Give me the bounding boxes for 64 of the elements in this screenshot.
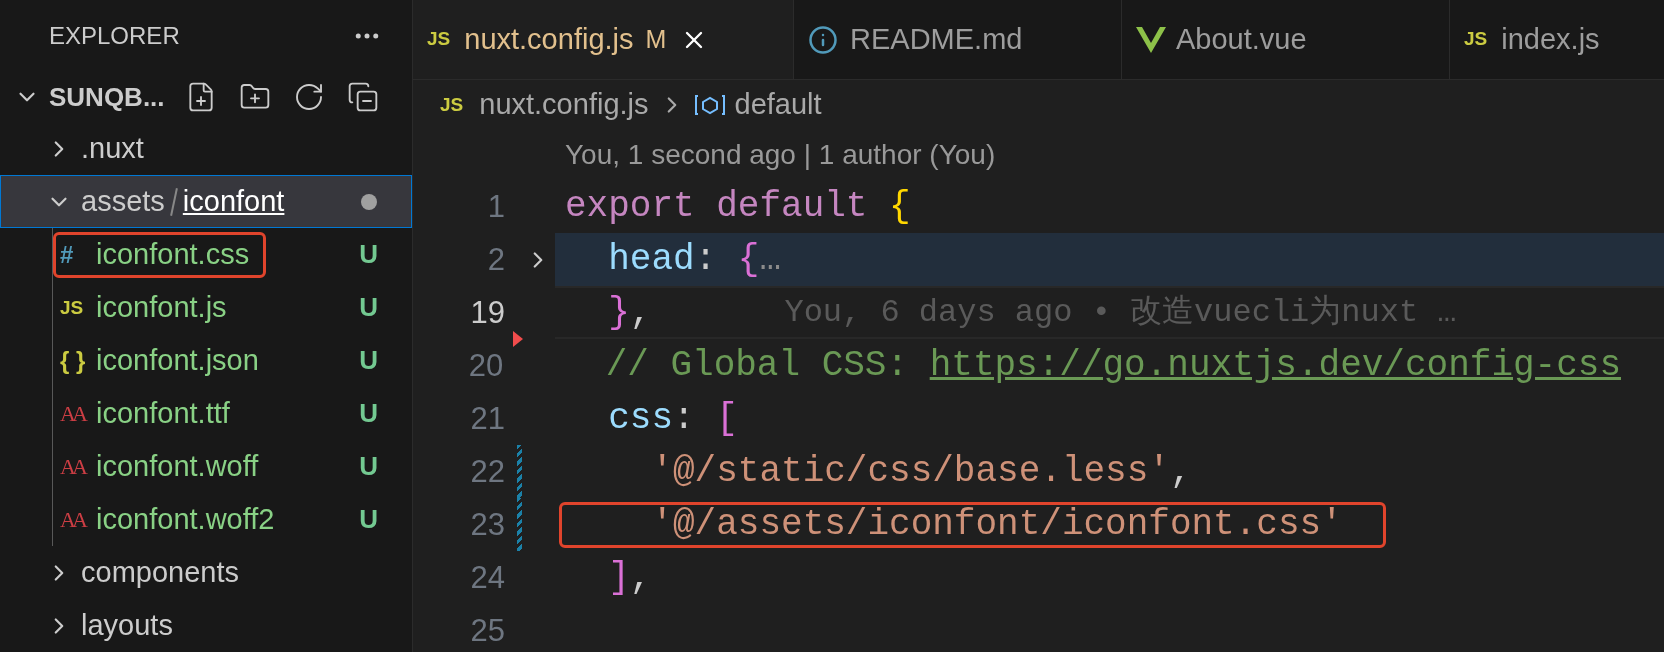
code-line: head: {… bbox=[607, 237, 783, 282]
codelens-text[interactable]: You, 1 second ago | 1 author (You) bbox=[565, 134, 996, 176]
line-number: 1 bbox=[486, 188, 505, 226]
git-status-label: U bbox=[359, 291, 378, 324]
line-number: 23 bbox=[469, 506, 505, 544]
file-item[interactable]: AA iconfont.ttf bbox=[53, 390, 247, 437]
folder-row[interactable]: layouts bbox=[0, 599, 412, 652]
code-line: css: [ bbox=[607, 396, 739, 441]
code-line: export default { bbox=[564, 184, 912, 229]
file-item[interactable]: AA iconfont.woff bbox=[53, 443, 276, 490]
folder-name: .nuxt bbox=[81, 130, 144, 166]
js-file-icon: JS bbox=[1464, 25, 1488, 54]
modified-lines-marker[interactable] bbox=[517, 498, 522, 551]
info-icon bbox=[808, 24, 838, 55]
line-number: 21 bbox=[469, 400, 505, 438]
vue-logo-icon bbox=[1136, 26, 1166, 53]
font-file-icon: AA bbox=[60, 455, 96, 478]
blame-annotation: You, 6 days ago • 改造vuecli为nuxt … bbox=[784, 292, 1457, 333]
json-file-icon: { } bbox=[60, 348, 96, 373]
breadcrumb-item[interactable]: default bbox=[734, 83, 822, 127]
js-file-icon: JS bbox=[440, 90, 464, 120]
deleted-lines-marker-icon[interactable] bbox=[513, 331, 524, 347]
breadcrumb-item[interactable]: nuxt.config.js bbox=[479, 83, 649, 127]
line-number: 22 bbox=[469, 453, 505, 491]
file-item[interactable]: # iconfont.css bbox=[53, 231, 267, 278]
line-number: 24 bbox=[469, 559, 505, 597]
code-line: ], bbox=[607, 555, 653, 600]
line-number: 20 bbox=[467, 347, 504, 385]
git-status-label: U bbox=[359, 450, 378, 483]
folder-name: iconfont bbox=[182, 183, 285, 219]
git-status-label: U bbox=[359, 397, 378, 430]
folder-name: assets bbox=[81, 183, 165, 219]
folder-row[interactable]: assets iconfont bbox=[0, 175, 412, 228]
modified-lines-marker[interactable] bbox=[517, 445, 522, 498]
git-status-label: U bbox=[359, 503, 378, 536]
editor-tab[interactable]: About.vue bbox=[1122, 0, 1450, 79]
code-line: '@/static/css/base.less', bbox=[650, 449, 1193, 494]
line-number: 19 bbox=[469, 294, 505, 332]
js-file-icon: JS bbox=[60, 298, 96, 317]
folder-name: components bbox=[81, 554, 239, 590]
file-item[interactable]: { } iconfont.json bbox=[53, 337, 276, 384]
code-line: }, bbox=[607, 290, 653, 335]
editor-tab[interactable]: JS index.js bbox=[1450, 0, 1664, 79]
line-number: 2 bbox=[486, 241, 505, 279]
code-line: // Global CSS: https://go.nuxtjs.dev/config-css bbox=[604, 343, 1622, 388]
css-file-icon: # bbox=[60, 242, 96, 267]
project-folder-name[interactable]: SUNQB... bbox=[49, 77, 179, 117]
symbol-icon bbox=[694, 93, 725, 117]
file-item[interactable]: JS iconfont.js bbox=[53, 284, 244, 331]
js-file-icon: JS bbox=[427, 25, 451, 54]
folder-row[interactable]: components bbox=[0, 546, 412, 599]
git-status-label: U bbox=[359, 238, 378, 271]
file-item[interactable]: AA iconfont.woff2 bbox=[53, 496, 292, 543]
explorer-title: EXPLORER bbox=[49, 21, 180, 52]
folder-name: layouts bbox=[81, 607, 173, 643]
git-status-label: U bbox=[359, 344, 378, 377]
line-number: 25 bbox=[469, 612, 505, 650]
editor-tab[interactable]: JS nuxt.config.js M bbox=[413, 0, 794, 79]
font-file-icon: AA bbox=[60, 402, 96, 425]
collapse-all-icon[interactable] bbox=[347, 81, 379, 114]
modified-label: M bbox=[645, 23, 667, 55]
editor-tab[interactable]: README.md bbox=[794, 0, 1122, 79]
folder-row[interactable]: .nuxt bbox=[0, 122, 412, 175]
font-file-icon: AA bbox=[60, 508, 96, 531]
